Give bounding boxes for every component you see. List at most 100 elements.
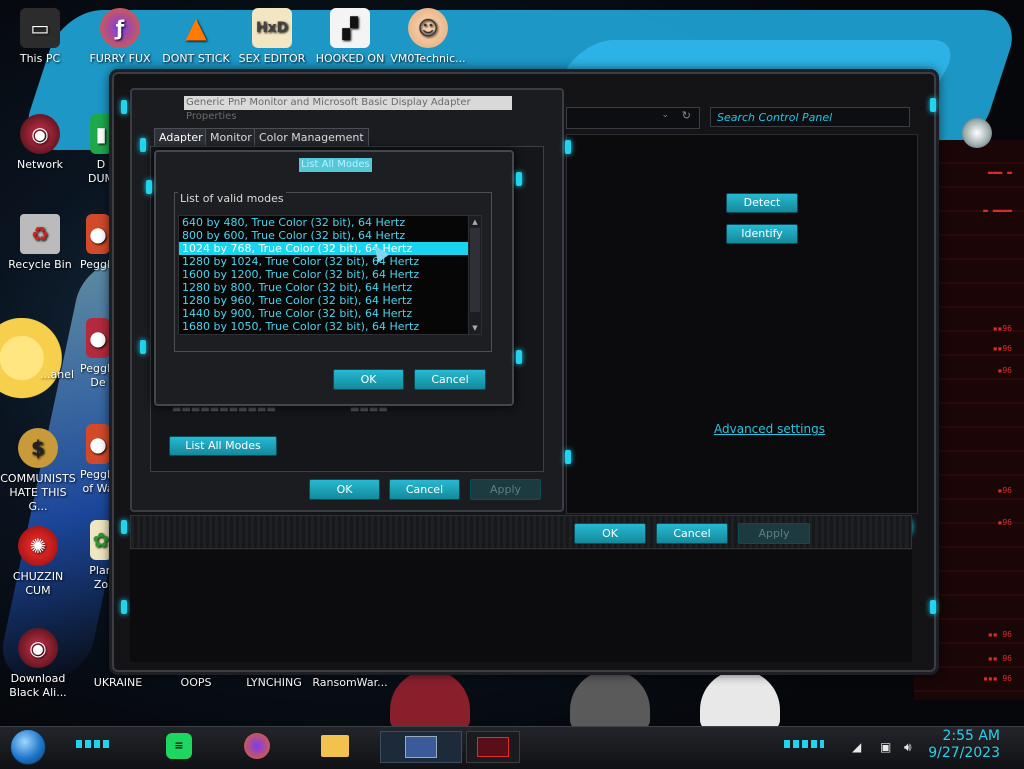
taskbar-app-control-panel[interactable] <box>380 731 462 763</box>
listbox-scrollbar[interactable]: ▲ ▼ <box>468 216 481 334</box>
desktop-icon-control-panel[interactable]: ...anel <box>40 368 74 382</box>
address-bar[interactable]: ⌄ ↻ <box>566 107 700 129</box>
desktop-icon-communists[interactable]: $ COMMUNISTS HATE THIS G... <box>0 428 76 514</box>
desktop-icon-label: SEX EDITOR <box>238 52 306 65</box>
frame-decoration <box>565 140 571 154</box>
desktop-icon-vm0technic[interactable]: ☺ VM0Technic... <box>390 8 466 66</box>
start-button[interactable] <box>10 729 46 765</box>
cancel-button[interactable]: Cancel <box>414 369 486 390</box>
desktop-icon-ransomware[interactable]: RansomWar... <box>312 676 388 690</box>
desktop-icon-furry-fux[interactable]: ƒ FURRY FUX <box>82 8 158 66</box>
volume-icon[interactable]: 🔊︎ <box>904 740 912 755</box>
desktop-icon-chuzzin[interactable]: ✺ CHUZZIN CUM <box>0 526 76 598</box>
desktop-icon-label: LYNCHING <box>246 676 302 689</box>
taskbar-app-alienware[interactable] <box>466 731 520 763</box>
list-item[interactable]: 800 by 600, True Color (32 bit), 64 Hert… <box>179 229 481 242</box>
dialog-title: List All Modes <box>299 158 372 172</box>
frame-decoration <box>516 172 522 186</box>
ok-button[interactable]: OK <box>309 479 380 500</box>
frame-decoration <box>930 98 936 112</box>
alienware-logo-icon <box>962 118 992 148</box>
cancel-button[interactable]: Cancel <box>389 479 460 500</box>
frame-decoration <box>146 180 152 194</box>
hxd-editor-icon: HxD <box>252 8 292 48</box>
refresh-icon[interactable]: ↻ <box>682 109 691 122</box>
peggle-icon: ● <box>86 424 110 464</box>
desktop-icon-label: D DUM <box>87 158 114 185</box>
taskbar-app-spotify[interactable]: ≡ <box>162 731 196 761</box>
taskbar-app-firefox[interactable] <box>240 731 274 761</box>
desktop-icon-network[interactable]: ◉ Network <box>2 114 78 172</box>
peggle-icon: ● <box>86 318 110 358</box>
desktop-icon-label: UKRAINE <box>93 676 143 689</box>
desktop-icon-peggle-wars[interactable]: ● Peggle of Wa <box>80 424 116 496</box>
desktop-icon-label: Peggle of Wa <box>80 468 116 495</box>
desktop-icon-label: DONT STICK <box>162 52 230 65</box>
show-hidden-icons-icon[interactable]: ◢ <box>852 740 861 754</box>
desktop-icon-oops[interactable]: OOPS <box>158 676 234 690</box>
desktop-icon-peggle-deluxe[interactable]: ● Peggle De <box>80 318 116 390</box>
peggle-icon: ● <box>86 214 110 254</box>
firefox-icon: ƒ <box>100 8 140 48</box>
taskbar-decoration <box>76 740 110 748</box>
search-input[interactable]: Search Control Panel <box>710 107 910 127</box>
desktop-icon-label: Recycle Bin <box>8 258 72 271</box>
scroll-down-icon[interactable]: ▼ <box>470 323 480 333</box>
list-item[interactable]: 1600 by 1200, True Color (32 bit), 64 He… <box>179 268 481 281</box>
desktop-icon-label: OOPS <box>180 676 212 689</box>
desktop-icon-label: FURRY FUX <box>89 52 151 65</box>
list-item[interactable]: 1280 by 800, True Color (32 bit), 64 Her… <box>179 281 481 294</box>
desktop-icon-label: VM0Technic... <box>390 52 466 65</box>
ok-button[interactable]: OK <box>574 523 646 544</box>
cancel-button[interactable]: Cancel <box>656 523 728 544</box>
list-item-selected[interactable]: 1024 by 768, True Color (32 bit), 64 Her… <box>179 242 469 255</box>
desktop-icon-ukraine[interactable]: UKRAINE <box>80 676 156 690</box>
desktop-icon-peggle[interactable]: ● Peggle <box>80 214 116 272</box>
desktop-icon-sex-editor[interactable]: HxD SEX EDITOR <box>234 8 310 66</box>
desktop-icon-dont-stick[interactable]: ▲ DONT STICK <box>158 8 234 66</box>
apply-button[interactable]: Apply <box>738 523 810 544</box>
desktop-icon-this-pc[interactable]: ▭ This PC <box>2 8 78 66</box>
list-item[interactable]: 1280 by 1024, True Color (32 bit), 64 He… <box>179 255 481 268</box>
ok-button[interactable]: OK <box>333 369 404 390</box>
scrollbar-thumb[interactable] <box>470 228 480 312</box>
advanced-settings-link[interactable]: Advanced settings <box>714 422 825 436</box>
desktop-icon-recycle-bin[interactable]: ♻ Recycle Bin <box>2 214 78 272</box>
list-all-modes-button[interactable]: List All Modes <box>169 436 277 456</box>
list-item[interactable]: 1280 by 960, True Color (32 bit), 64 Her… <box>179 294 481 307</box>
chevron-down-icon[interactable]: ⌄ <box>661 110 669 120</box>
taskbar-app-file-explorer[interactable] <box>318 731 352 761</box>
alienware-app-icon <box>477 737 509 757</box>
scroll-up-icon[interactable]: ▲ <box>470 217 480 227</box>
frame-decoration <box>121 600 127 614</box>
apply-button[interactable]: Apply <box>470 479 541 500</box>
clock-date: 9/27/2023 <box>928 745 1000 761</box>
frame-decoration <box>565 450 571 464</box>
desktop-icon-hooked-on[interactable]: ▞ HOOKED ON <box>312 8 388 66</box>
notes-app-icon: ≡ <box>166 733 192 759</box>
desktop-icon-label: HOOKED ON <box>315 52 385 65</box>
desktop-icon-lynching[interactable]: LYNCHING <box>236 676 312 690</box>
frame-decoration <box>121 520 127 534</box>
recycle-bin-icon: ♻ <box>20 214 60 254</box>
taskbar-clock[interactable]: 2:55 AM 9/27/2023 <box>928 728 1000 762</box>
identify-button[interactable]: Identify <box>726 224 798 244</box>
dialog-title: Generic PnP Monitor and Microsoft Basic … <box>184 96 512 122</box>
desktop-icon-label: ...anel <box>40 368 74 381</box>
frame-decoration <box>140 138 146 152</box>
list-item[interactable]: 640 by 480, True Color (32 bit), 64 Hert… <box>179 216 481 229</box>
modes-listbox[interactable]: 640 by 480, True Color (32 bit), 64 Hert… <box>178 215 482 335</box>
desktop-icon-label: COMMUNISTS HATE THIS G... <box>0 472 76 513</box>
desktop-icon-label: Network <box>17 158 63 171</box>
list-item[interactable]: 1440 by 900, True Color (32 bit), 64 Her… <box>179 307 481 320</box>
network-icon[interactable]: ▣ <box>880 740 891 754</box>
desktop-icon-label: Peggle <box>80 258 116 271</box>
detect-button[interactable]: Detect <box>726 193 798 213</box>
alien-icon: ◉ <box>18 628 58 668</box>
list-item[interactable]: 1680 by 1050, True Color (32 bit), 64 He… <box>179 320 481 333</box>
tab-monitor[interactable]: Monitor <box>205 128 257 147</box>
tab-adapter[interactable]: Adapter <box>154 128 208 147</box>
desktop-icon-download-black[interactable]: ◉ Download Black Ali... <box>0 628 76 700</box>
doctor-icon: ☺ <box>408 8 448 48</box>
tab-color-management[interactable]: Color Management <box>254 128 369 147</box>
